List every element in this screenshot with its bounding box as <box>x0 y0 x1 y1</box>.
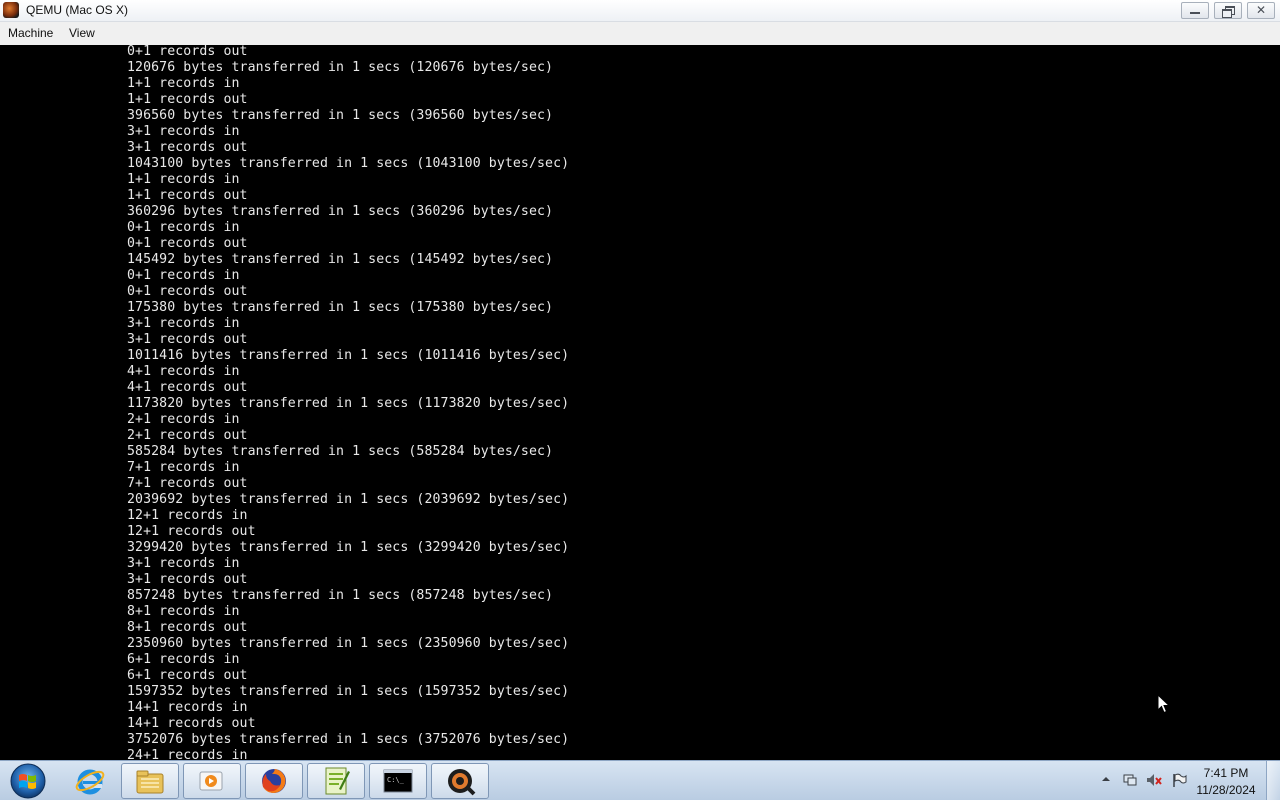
console-line: 1+1 records in <box>127 172 240 187</box>
network-icon[interactable] <box>1122 772 1138 788</box>
taskbar-internet-explorer[interactable] <box>61 763 119 799</box>
console-line: 585284 bytes transferred in 1 secs (5852… <box>127 444 554 459</box>
console-line: 14+1 records in <box>127 700 248 715</box>
console-line: 3299420 bytes transferred in 1 secs (329… <box>127 540 570 555</box>
console-line: 120676 bytes transferred in 1 secs (1206… <box>127 60 554 75</box>
console-line: 4+1 records in <box>127 364 240 379</box>
console-line: 0+1 records out <box>127 45 248 59</box>
close-button[interactable]: ✕ <box>1247 2 1275 19</box>
console-line: 3+1 records in <box>127 316 240 331</box>
menu-view[interactable]: View <box>69 26 95 40</box>
console-line: 7+1 records out <box>127 476 248 491</box>
console-line: 6+1 records out <box>127 668 248 683</box>
console-line: 857248 bytes transferred in 1 secs (8572… <box>127 588 554 603</box>
action-center-flag-icon[interactable] <box>1171 772 1187 788</box>
window-titlebar[interactable]: QEMU (Mac OS X) ✕ <box>0 0 1280 22</box>
console-line: 6+1 records in <box>127 652 240 667</box>
media-player-icon <box>199 771 223 791</box>
guest-console[interactable]: 0+1 records out 120676 bytes transferred … <box>0 45 1280 760</box>
console-line: 7+1 records in <box>127 460 240 475</box>
taskbar: C:\_ 7:41 PM 11/28/2024 <box>0 760 1280 800</box>
show-hidden-icons-arrow-icon[interactable] <box>1101 774 1111 784</box>
console-line: 0+1 records in <box>127 268 240 283</box>
console-line: 1+1 records out <box>127 188 248 203</box>
console-line: 0+1 records out <box>127 284 248 299</box>
taskbar-notepad-plus-plus[interactable] <box>307 763 365 799</box>
console-line: 1+1 records out <box>127 92 248 107</box>
console-line: 12+1 records in <box>127 508 248 523</box>
console-line: 2039692 bytes transferred in 1 secs (203… <box>127 492 570 507</box>
console-line: 12+1 records out <box>127 524 256 539</box>
show-desktop-button[interactable] <box>1266 761 1280 800</box>
console-line: 1011416 bytes transferred in 1 secs (101… <box>127 348 570 363</box>
menu-bar: Machine View <box>0 22 1280 45</box>
windows-start-orb-icon[interactable] <box>6 762 50 800</box>
mouse-pointer-icon <box>1157 694 1171 714</box>
console-line: 175380 bytes transferred in 1 secs (1753… <box>127 300 554 315</box>
console-line: 145492 bytes transferred in 1 secs (1454… <box>127 252 554 267</box>
console-line: 4+1 records out <box>127 380 248 395</box>
console-line: 1173820 bytes transferred in 1 secs (117… <box>127 396 570 411</box>
menu-machine[interactable]: Machine <box>8 26 53 40</box>
console-line: 24+1 records in <box>127 748 248 760</box>
taskbar-media-player[interactable] <box>183 763 241 799</box>
taskbar-firefox[interactable] <box>245 763 303 799</box>
console-line: 3752076 bytes transferred in 1 secs (375… <box>127 732 570 747</box>
console-line: 0+1 records in <box>127 220 240 235</box>
clock-date[interactable]: 11/28/2024 <box>1195 783 1257 797</box>
console-line: 3+1 records out <box>127 140 248 155</box>
console-line: 1043100 bytes transferred in 1 secs (104… <box>127 156 570 171</box>
taskbar-command-prompt[interactable]: C:\_ <box>369 763 427 799</box>
console-line: 8+1 records in <box>127 604 240 619</box>
restore-button[interactable] <box>1214 2 1242 19</box>
taskbar-file-explorer[interactable] <box>121 763 179 799</box>
console-line: 3+1 records in <box>127 556 240 571</box>
qemu-app-icon[interactable] <box>3 2 19 18</box>
console-line: 396560 bytes transferred in 1 secs (3965… <box>127 108 554 123</box>
console-line: 3+1 records in <box>127 124 240 139</box>
notepad-plus-plus-icon <box>325 767 350 795</box>
qemu-icon <box>448 769 476 796</box>
close-icon: ✕ <box>1255 3 1267 17</box>
console-line: 360296 bytes transferred in 1 secs (3602… <box>127 204 554 219</box>
console-line: 0+1 records out <box>127 236 248 251</box>
console-output: 0+1 records out 120676 bytes transferred … <box>127 45 569 760</box>
console-line: 1597352 bytes transferred in 1 secs (159… <box>127 684 570 699</box>
internet-explorer-icon <box>75 769 105 795</box>
minimize-button[interactable] <box>1181 2 1209 19</box>
taskbar-qemu[interactable] <box>431 763 489 799</box>
console-line: 3+1 records out <box>127 332 248 347</box>
console-line: 2+1 records in <box>127 412 240 427</box>
command-prompt-icon: C:\_ <box>383 769 413 793</box>
console-line: 14+1 records out <box>127 716 256 731</box>
clock-time[interactable]: 7:41 PM <box>1195 766 1257 780</box>
svg-text:C:\_: C:\_ <box>387 776 405 784</box>
console-line: 3+1 records out <box>127 572 248 587</box>
console-line: 1+1 records in <box>127 76 240 91</box>
console-line: 2+1 records out <box>127 428 248 443</box>
volume-muted-icon[interactable] <box>1146 772 1162 788</box>
firefox-icon <box>262 769 286 793</box>
console-line: 2350960 bytes transferred in 1 secs (235… <box>127 636 570 651</box>
console-line: 8+1 records out <box>127 620 248 635</box>
window-title: QEMU (Mac OS X) <box>26 3 129 17</box>
file-explorer-icon <box>136 770 164 794</box>
